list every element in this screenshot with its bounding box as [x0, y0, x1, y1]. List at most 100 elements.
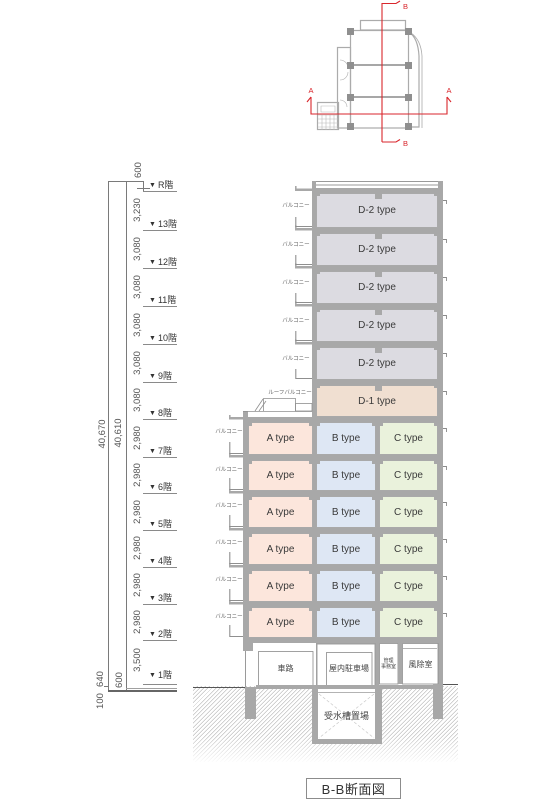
section-line-a — [310, 97, 448, 115]
level-label-12: ▼ 12階 — [149, 257, 177, 267]
level-triangle-icon: ▼ — [149, 672, 156, 679]
exterior-wall-right — [438, 181, 443, 686]
section-label-b-top: B — [403, 2, 408, 11]
unit-3f-b-type: B type — [316, 570, 376, 602]
floor-slab-2f — [243, 638, 443, 643]
unit-6f-b-type: B type — [316, 460, 376, 491]
drawing-caption: B-B断面図 — [306, 778, 401, 799]
unit-2f-a-type: A type — [248, 607, 313, 638]
window-sash-marks — [443, 200, 447, 617]
roof-handrail — [313, 181, 442, 186]
below-ground-dimension: 100 — [95, 693, 106, 709]
level-label-1: ▼ 1階 — [149, 670, 172, 680]
level-triangle-icon: ▼ — [149, 297, 156, 304]
key-plan-interior-walls — [350, 64, 408, 98]
key-plan-outline — [316, 19, 423, 131]
floor-height-r-13: 3,230 — [132, 198, 143, 222]
level-label-8: ▼ 8階 — [149, 408, 172, 418]
unit-3f-c-type: C type — [379, 570, 438, 602]
floor-height-9-8: 3,080 — [132, 388, 143, 412]
level-triangle-icon: ▼ — [149, 259, 156, 266]
ground-offset-inner: 600 — [114, 672, 125, 688]
level-text: R階 — [157, 180, 174, 190]
level-label-9: ▼ 9階 — [149, 371, 172, 381]
section-drawing-page: B B A A D-2 type D-2 type D-2 type D-2 t… — [0, 0, 556, 804]
floor-height-6-5: 2,980 — [132, 500, 143, 524]
level-text: 13階 — [157, 219, 177, 229]
floor-height-13-12: 3,080 — [132, 237, 143, 261]
section-arrow-a-right — [446, 96, 452, 103]
roof-balcony — [243, 398, 313, 412]
unit-7f-a-type: A type — [248, 422, 313, 455]
roof-balcony-equipment — [295, 403, 313, 412]
level-triangle-icon: ▼ — [149, 484, 156, 491]
level-text: 8階 — [157, 408, 172, 418]
roof-balcony-ladder — [254, 398, 267, 412]
management-office-line2: 事務室 — [380, 664, 396, 670]
section-label-b-bottom: B — [403, 139, 408, 148]
level-text: 1階 — [157, 670, 172, 680]
unit-11f-d2-type: D-2 type — [316, 271, 438, 304]
floor-height-7-6: 2,980 — [132, 463, 143, 487]
roof-balcony-railing — [263, 398, 296, 411]
balcony-label-10f: バルコニー — [282, 318, 310, 324]
level-label-11: ▼ 11階 — [149, 295, 176, 305]
key-plan-main-block — [349, 29, 410, 129]
unit-5f-c-type: C type — [379, 496, 438, 528]
key-plan: B B A A — [306, 0, 452, 148]
unit-4f-c-type: C type — [379, 533, 438, 565]
water-tank-room-label: 受水槽置場 — [323, 710, 369, 721]
floor-height-8-7: 2,980 — [132, 426, 143, 450]
management-office-label: 管理 事務室 — [379, 645, 398, 683]
level-label-4: ▼ 4階 — [149, 556, 172, 566]
level-triangle-icon: ▼ — [149, 558, 156, 565]
windbreak-room-label: 風除室 — [408, 659, 433, 669]
level-text: 10階 — [157, 333, 177, 343]
floor-height-4-3: 2,980 — [132, 573, 143, 597]
parapet-right — [438, 181, 443, 193]
balcony-label-5f: バルコニー — [215, 503, 243, 509]
balcony-label-12f: バルコニー — [282, 242, 310, 248]
overall-height-outer: 40,670 — [97, 419, 108, 449]
unit-4f-a-type: A type — [248, 533, 313, 565]
floor-height-5-4: 2,980 — [132, 536, 143, 560]
balcony-label-4f: バルコニー — [215, 540, 243, 546]
section-label-a-left: A — [308, 86, 313, 95]
level-text: 12階 — [157, 257, 177, 267]
section-arrow-b-bottom — [382, 139, 401, 143]
unit-8f-d1-type: D-1 type — [316, 385, 438, 417]
level-label-2: ▼ 2階 — [149, 629, 172, 639]
unit-2f-b-type: B type — [316, 607, 376, 638]
unit-2f-c-type: C type — [379, 607, 438, 638]
balcony-label-11f: バルコニー — [282, 280, 310, 286]
level-label-7: ▼ 7階 — [149, 446, 172, 456]
section-lines — [306, 0, 452, 143]
level-label-r: ▼ R階 — [149, 180, 173, 190]
floor-height-2-1: 3,500 — [132, 648, 143, 672]
balcony-label-13f: バルコニー — [282, 203, 310, 209]
level-text: 9階 — [157, 371, 172, 381]
driveway-label: 車路 — [277, 664, 294, 673]
indoor-parking-label: 屋内駐車場 — [329, 664, 369, 673]
unit-6f-c-type: C type — [379, 460, 438, 491]
unit-7f-c-type: C type — [379, 422, 438, 455]
unit-12f-d2-type: D-2 type — [316, 233, 438, 266]
floor-height-11-10: 3,080 — [132, 313, 143, 337]
beam-stub-left — [243, 642, 253, 651]
level-text: 11階 — [157, 295, 177, 305]
level-text: 3階 — [157, 593, 172, 603]
level-triangle-icon: ▼ — [149, 221, 156, 228]
parapet-dimension: 600 — [133, 162, 144, 178]
section-label-a-right: A — [446, 86, 451, 95]
level-triangle-icon: ▼ — [149, 182, 156, 189]
overall-height-inner: 40,610 — [113, 418, 124, 448]
level-triangle-icon: ▼ — [149, 410, 156, 417]
key-plan-door-swings — [339, 59, 349, 108]
section-arrow-a-left — [306, 96, 312, 103]
level-text: 2階 — [157, 629, 172, 639]
unit-3f-a-type: A type — [248, 570, 313, 602]
unit-6f-a-type: A type — [248, 460, 313, 491]
level-triangle-icon: ▼ — [149, 448, 156, 455]
key-plan-left-wing — [336, 46, 352, 129]
unit-4f-b-type: B type — [316, 533, 376, 565]
